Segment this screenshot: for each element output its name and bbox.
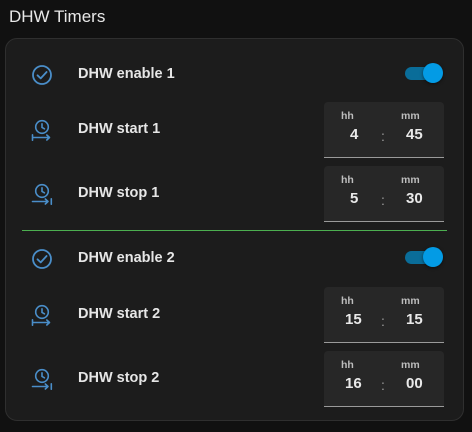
clock-start-icon <box>30 303 54 327</box>
time-separator: : <box>381 313 385 329</box>
dhw-enable-2-label: DHW enable 2 <box>78 250 175 266</box>
minutes-label: mm <box>401 174 420 186</box>
dhw-stop-2-row: DHW stop 2 hh mm 16 : 00 <box>6 351 463 407</box>
clock-end-icon <box>30 367 54 391</box>
hours-field[interactable]: 16 <box>345 375 362 392</box>
minutes-label: mm <box>401 359 420 371</box>
hours-label: hh <box>341 174 354 186</box>
minutes-field[interactable]: 30 <box>406 190 423 207</box>
dhw-stop-1-row: DHW stop 1 hh mm 5 : 30 <box>6 166 463 222</box>
hours-label: hh <box>341 110 354 122</box>
minutes-label: mm <box>401 295 420 307</box>
toggle-thumb <box>423 63 443 83</box>
section-title: DHW Timers <box>9 7 106 26</box>
dhw-stop-1-label: DHW stop 1 <box>78 185 160 201</box>
dhw-enable-1-toggle[interactable] <box>405 61 443 85</box>
check-circle-icon <box>30 247 54 271</box>
minutes-field[interactable]: 15 <box>406 311 423 328</box>
dhw-enable-1-row: DHW enable 1 <box>6 61 463 89</box>
clock-end-icon <box>30 182 54 206</box>
group-divider <box>22 230 447 231</box>
dhw-start-1-time-input[interactable]: hh mm 4 : 45 <box>324 102 444 158</box>
dhw-start-2-row: DHW start 2 hh mm 15 : 15 <box>6 287 463 343</box>
time-separator: : <box>381 192 385 208</box>
hours-label: hh <box>341 295 354 307</box>
dhw-enable-2-row: DHW enable 2 <box>6 245 463 273</box>
minutes-label: mm <box>401 110 420 122</box>
dhw-start-2-label: DHW start 2 <box>78 306 161 322</box>
timers-card: DHW enable 1 DHW start 1 hh mm 4 : 45 DH… <box>5 38 464 421</box>
dhw-enable-2-toggle[interactable] <box>405 245 443 269</box>
dhw-start-1-row: DHW start 1 hh mm 4 : 45 <box>6 102 463 158</box>
dhw-stop-1-time-input[interactable]: hh mm 5 : 30 <box>324 166 444 222</box>
time-separator: : <box>381 128 385 144</box>
dhw-start-2-time-input[interactable]: hh mm 15 : 15 <box>324 287 444 343</box>
hours-field[interactable]: 5 <box>350 190 358 207</box>
check-circle-icon <box>30 63 54 87</box>
dhw-enable-1-label: DHW enable 1 <box>78 66 175 82</box>
clock-start-icon <box>30 118 54 142</box>
dhw-stop-2-time-input[interactable]: hh mm 16 : 00 <box>324 351 444 407</box>
dhw-stop-2-label: DHW stop 2 <box>78 370 160 386</box>
hours-field[interactable]: 15 <box>345 311 362 328</box>
dhw-start-1-label: DHW start 1 <box>78 121 161 137</box>
time-separator: : <box>381 377 385 393</box>
minutes-field[interactable]: 45 <box>406 126 423 143</box>
minutes-field[interactable]: 00 <box>406 375 423 392</box>
hours-label: hh <box>341 359 354 371</box>
hours-field[interactable]: 4 <box>350 126 358 143</box>
toggle-thumb <box>423 247 443 267</box>
